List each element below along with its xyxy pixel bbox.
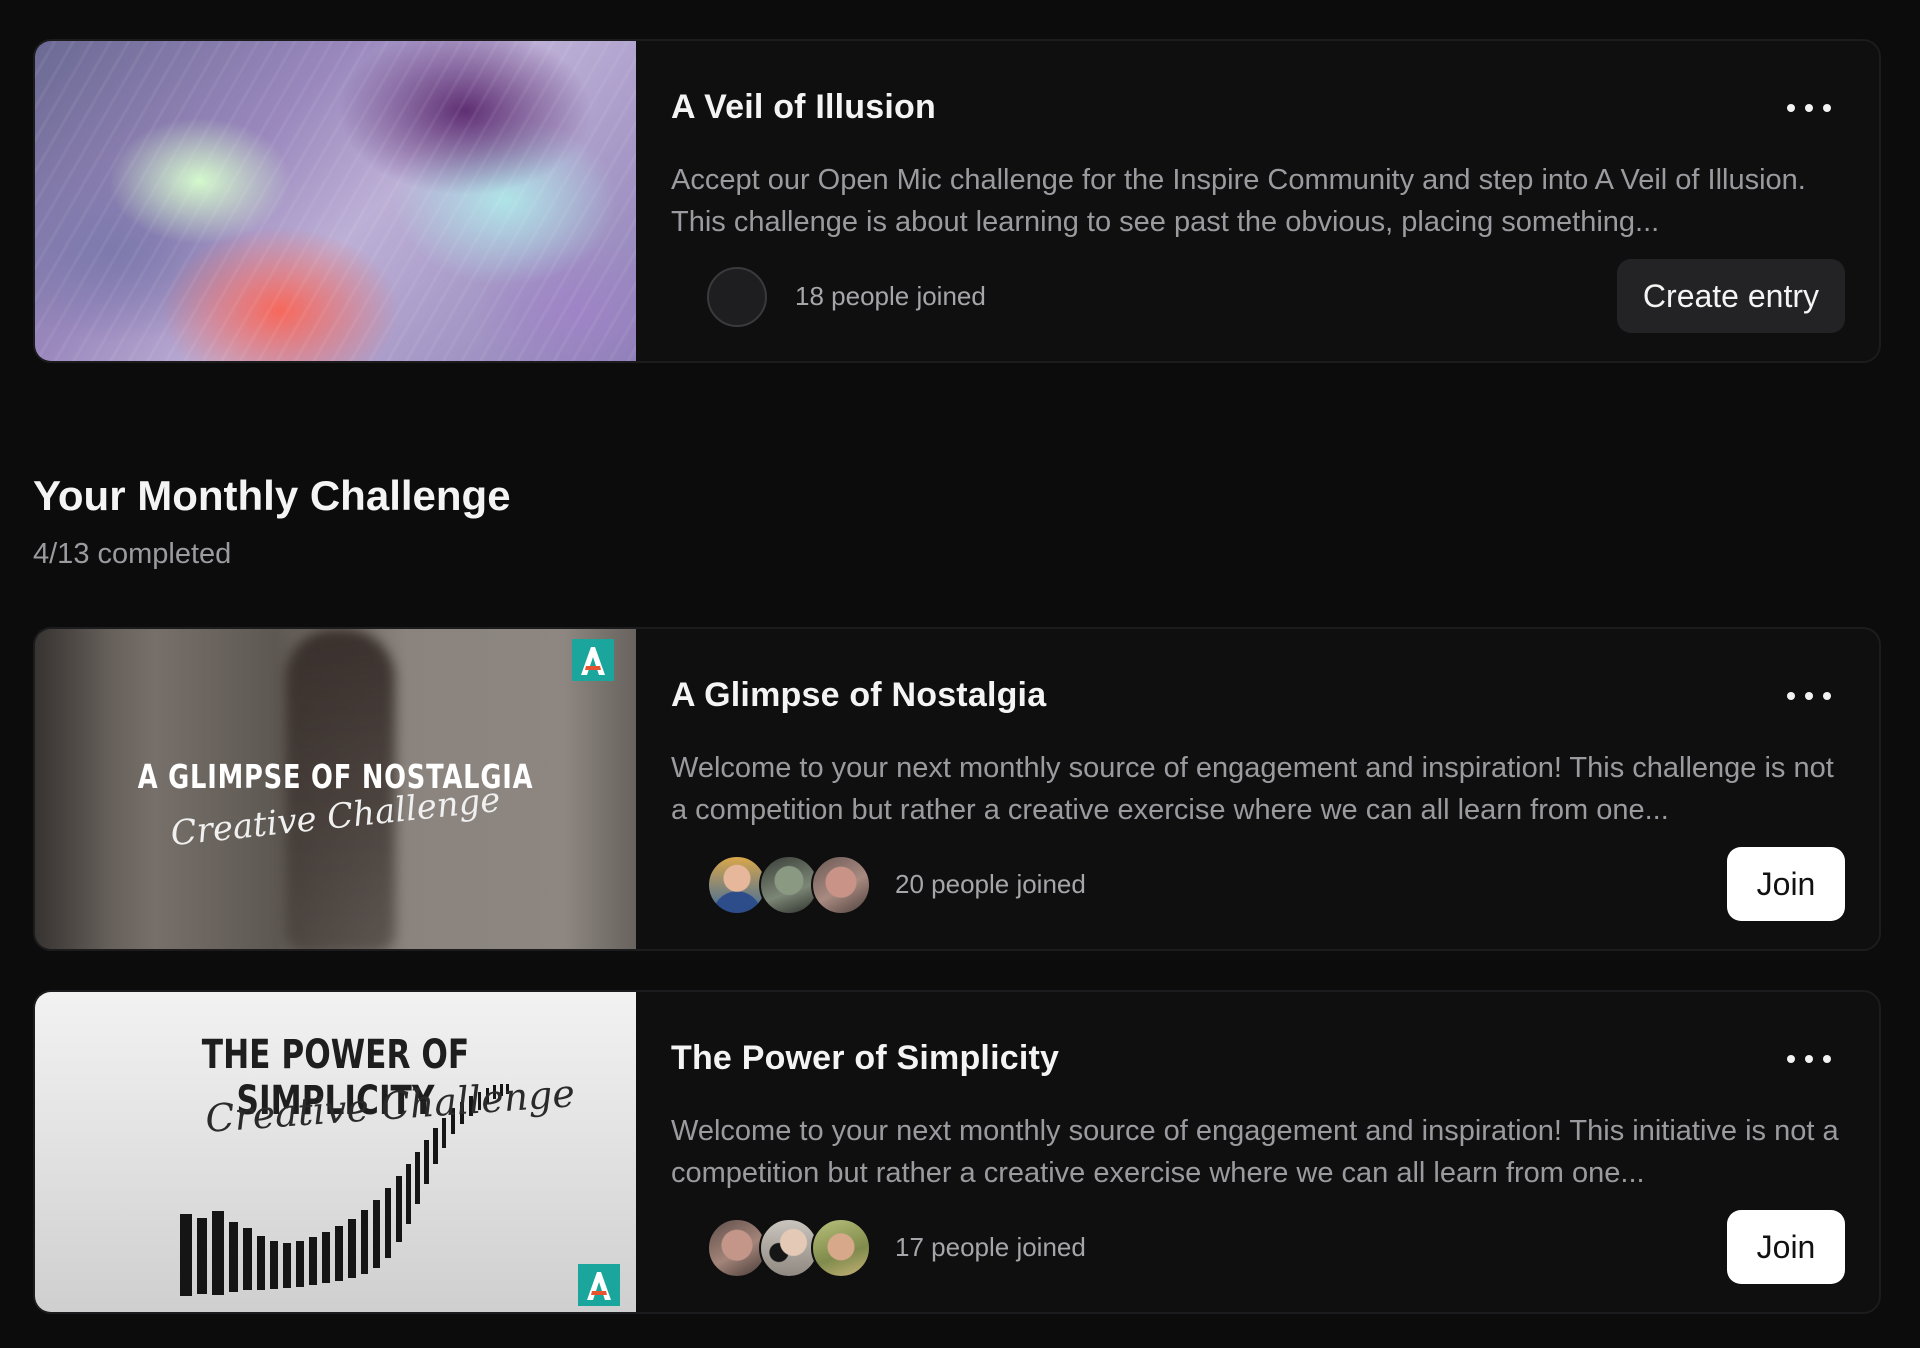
dot [1823,1055,1831,1063]
more-options-icon[interactable] [1787,685,1831,707]
joined-count: 17 people joined [895,1232,1086,1262]
card-title[interactable]: A Glimpse of Nostalgia [671,676,1046,715]
more-options-icon[interactable] [1787,97,1831,119]
card-body: A Glimpse of Nostalgia Welcome to your n… [671,629,1845,949]
participant-avatars [707,1218,871,1278]
card-title[interactable]: The Power of Simplicity [671,1039,1059,1078]
avatar [759,1218,819,1278]
dot [1823,692,1831,700]
dot [1805,104,1813,112]
more-options-icon[interactable] [1787,1048,1831,1070]
joined-count: 20 people joined [895,869,1086,899]
participant-avatars [707,855,871,915]
avatar [707,1218,767,1278]
section-progress: 4/13 completed [33,538,232,570]
dot [1787,1055,1795,1063]
card-body: The Power of Simplicity Welcome to your … [671,992,1845,1312]
challenge-thumbnail[interactable] [35,41,636,361]
avatar [811,1218,871,1278]
challenge-thumbnail[interactable]: THE POWER OF SIMPLICITY Creative Challen… [35,992,636,1312]
card-description: Accept our Open Mic challenge for the In… [671,164,1806,238]
avatar [811,855,871,915]
avatar [759,855,819,915]
challenge-thumbnail[interactable]: A GLIMPSE OF NOSTALGIA Creative Challeng… [35,629,636,949]
card-title[interactable]: A Veil of Illusion [671,88,936,127]
join-button[interactable]: Join [1727,1210,1845,1284]
a-logo-icon [578,1264,620,1306]
dot [1787,104,1795,112]
create-entry-button[interactable]: Create entry [1616,259,1845,333]
avatar [707,267,767,327]
card-body: A Veil of Illusion Accept our Open Mic c… [671,41,1845,361]
participant-avatars [707,267,767,327]
veil-texture [35,41,636,361]
dot [1805,692,1813,700]
dot [1787,692,1795,700]
challenge-card-veil[interactable]: A Veil of Illusion Accept our Open Mic c… [33,39,1881,363]
a-logo-icon [572,639,614,681]
dot [1823,104,1831,112]
join-button[interactable]: Join [1727,847,1845,921]
challenge-card-nostalgia[interactable]: A GLIMPSE OF NOSTALGIA Creative Challeng… [33,627,1881,951]
avatar [707,855,767,915]
dot [1805,1055,1813,1063]
challenge-card-simplicity[interactable]: THE POWER OF SIMPLICITY Creative Challen… [33,990,1881,1314]
card-description: Welcome to your next monthly source of e… [671,1115,1839,1189]
card-description: Welcome to your next monthly source of e… [671,752,1834,826]
joined-count: 18 people joined [795,281,986,311]
section-title: Your Monthly Challenge [33,472,511,519]
